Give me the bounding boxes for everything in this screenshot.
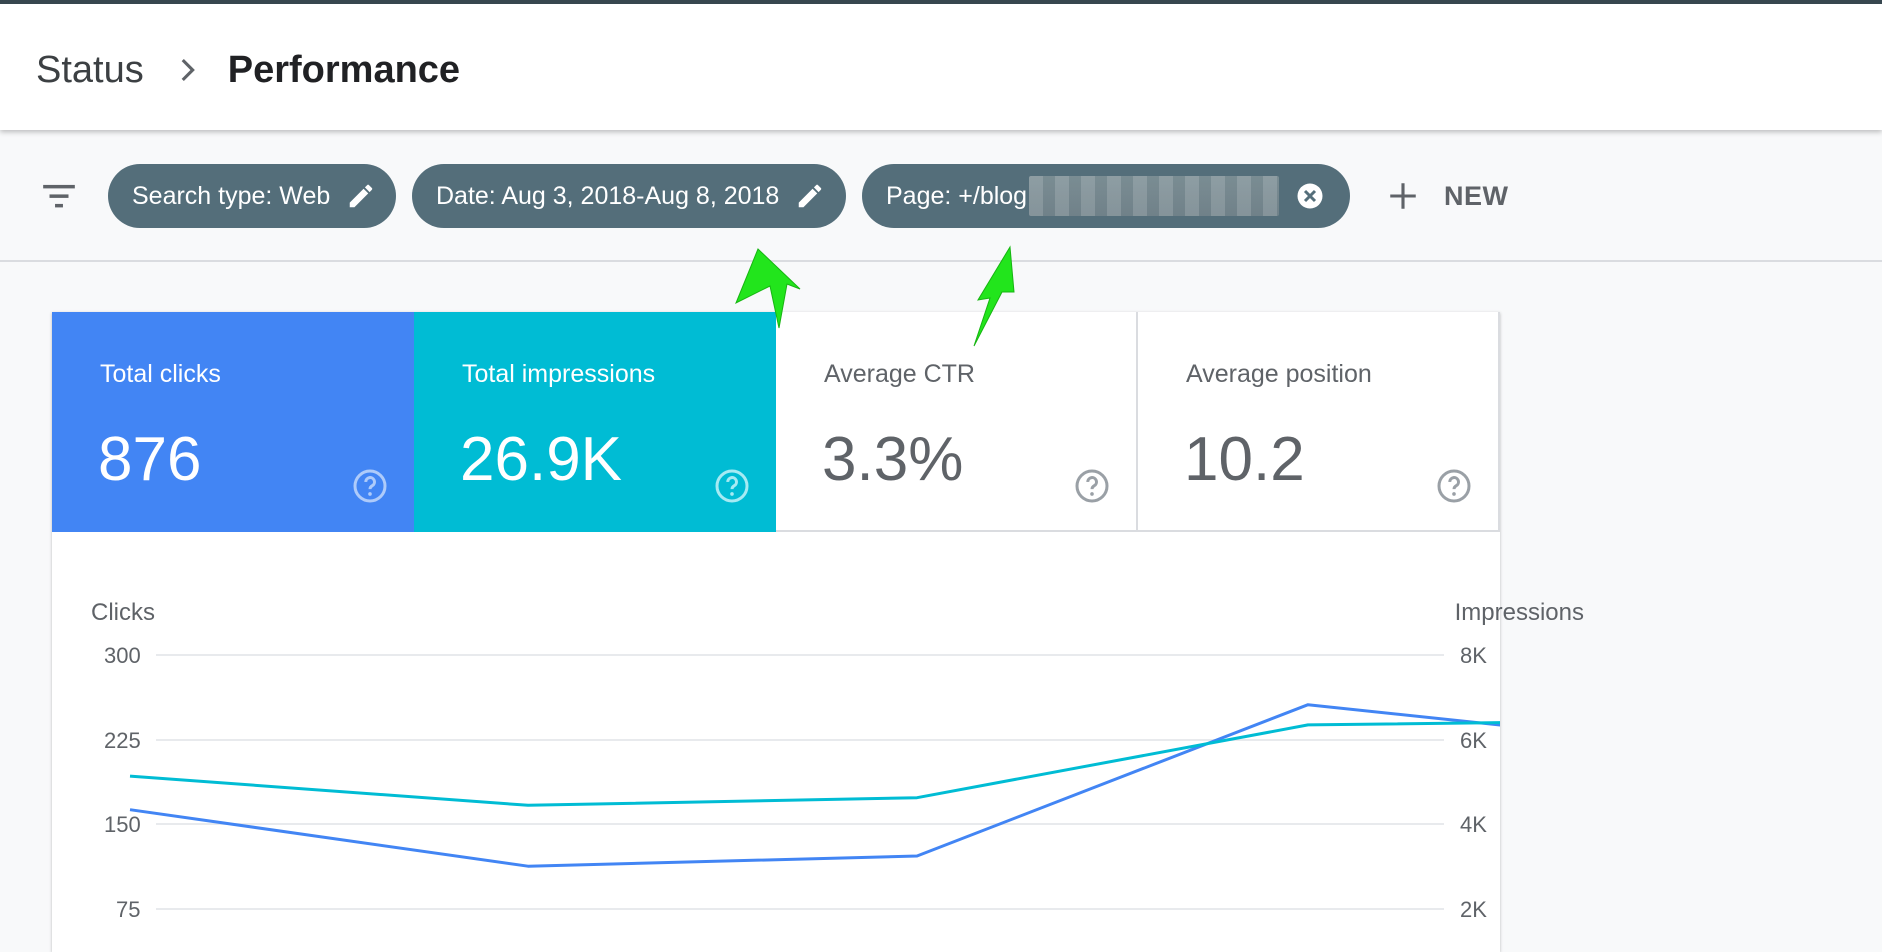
top-app-bar: Status Performance — [0, 0, 1882, 130]
chevron-right-icon — [181, 58, 195, 82]
date-filter-label: Date: Aug 3, 2018-Aug 8, 2018 — [436, 181, 780, 210]
search-type-filter-chip[interactable]: Search type: Web — [108, 164, 396, 228]
edit-pencil-icon[interactable] — [346, 181, 376, 211]
search-type-filter-label: Search type: Web — [132, 181, 331, 210]
performance-card: Total clicks 876 Total impressions 26.9K… — [52, 312, 1584, 952]
date-filter-chip[interactable]: Date: Aug 3, 2018-Aug 8, 2018 — [412, 164, 846, 228]
plus-icon — [1390, 183, 1416, 209]
impressions-series-line — [129, 721, 1500, 807]
new-filter-label: NEW — [1444, 180, 1509, 211]
clear-filter-icon[interactable] — [1295, 181, 1325, 211]
edit-pencil-icon[interactable] — [795, 181, 825, 211]
page-title: Performance — [227, 48, 461, 91]
redacted-url-blur — [1029, 176, 1280, 216]
page-filter-chip[interactable]: Page: +/blog — [862, 164, 1350, 228]
breadcrumb-status-link[interactable]: Status — [36, 49, 144, 92]
filter-icon[interactable] — [40, 177, 78, 215]
page-filter-label: Page: +/blog — [886, 181, 1028, 210]
new-filter-button[interactable]: NEW — [1386, 164, 1509, 228]
performance-line-chart[interactable] — [52, 312, 1500, 952]
breadcrumb: Status Performance — [36, 46, 460, 94]
filter-bar: Search type: Web Date: Aug 3, 2018-Aug 8… — [0, 130, 1882, 262]
